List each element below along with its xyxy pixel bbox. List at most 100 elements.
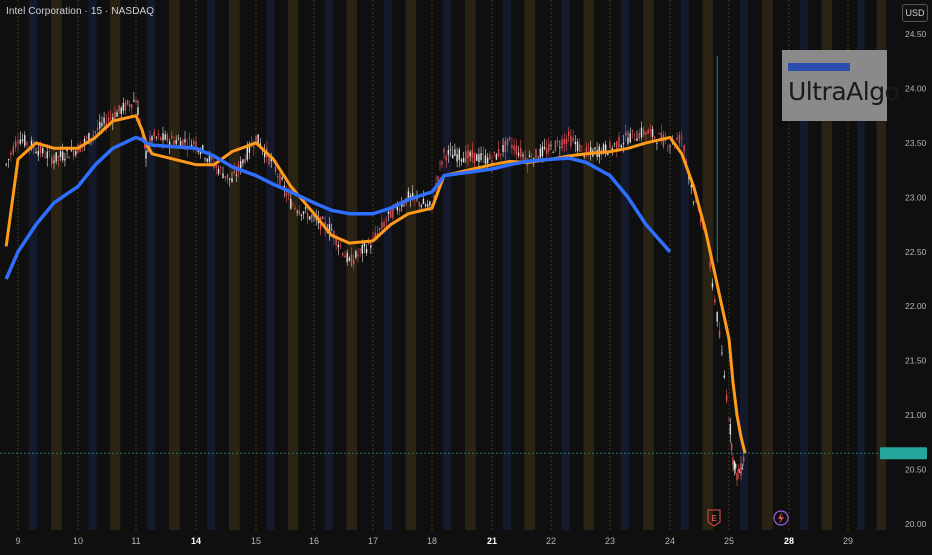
premarket-band <box>146 0 156 530</box>
candle-body <box>541 146 544 157</box>
candle-body <box>631 129 634 132</box>
candle-body <box>647 130 649 134</box>
candle-body <box>559 147 561 148</box>
candle-body <box>177 138 180 140</box>
y-tick-label: 24.50 <box>905 29 927 39</box>
candle-body <box>725 394 728 401</box>
candle-body <box>683 145 685 152</box>
candle-body <box>304 207 307 209</box>
orange-ma-marker: + <box>680 152 684 158</box>
candle-body <box>462 158 465 163</box>
candle-body <box>348 257 351 261</box>
candle-body <box>184 139 186 143</box>
candle-body <box>339 245 342 247</box>
candle-body <box>281 177 283 180</box>
candle-body <box>480 153 482 160</box>
candle-body <box>361 245 363 254</box>
candle-body <box>484 155 487 164</box>
candle-body <box>274 167 277 173</box>
candle-body <box>12 146 14 154</box>
orange-ma-marker: + <box>715 282 719 288</box>
candle-body <box>556 140 559 143</box>
candle-body <box>342 253 344 256</box>
candle-body <box>26 142 28 146</box>
candle-body <box>86 137 88 139</box>
candle-body <box>620 145 622 148</box>
candle-body <box>495 153 498 160</box>
candle-body <box>718 330 721 338</box>
candle-body <box>554 140 557 151</box>
candle-body <box>460 159 463 162</box>
candle-body <box>44 156 46 158</box>
candle-body <box>565 139 568 144</box>
candle-body <box>486 157 489 164</box>
candle-body <box>24 135 26 146</box>
candle-body <box>439 163 441 165</box>
candle-body <box>381 221 383 229</box>
candle-body <box>447 150 450 155</box>
candle-body <box>171 135 173 139</box>
candle-body <box>489 153 491 160</box>
candle-body <box>738 472 741 473</box>
candle-body <box>452 154 454 159</box>
candle-body <box>509 137 511 140</box>
premarket-band <box>620 0 630 530</box>
candle-body <box>737 468 740 472</box>
y-tick-label: 20.50 <box>905 465 927 475</box>
candle-body <box>383 222 385 228</box>
candle-body <box>220 167 222 169</box>
x-tick-label: 16 <box>309 536 319 546</box>
candle-body <box>39 145 42 154</box>
candle-body <box>742 456 745 462</box>
afterhours-band <box>51 0 62 530</box>
candle-body <box>17 141 19 144</box>
candle-body <box>458 149 460 160</box>
candle-body <box>676 137 678 140</box>
candle-body <box>298 210 300 214</box>
afterhours-band <box>229 0 240 530</box>
symbol-title[interactable]: Intel Corporation · 15 · NASDAQ <box>6 6 154 17</box>
candle-body <box>640 127 643 138</box>
premarket-band <box>206 0 216 530</box>
candle-body <box>728 419 730 421</box>
logo-text: UltraAlgo <box>788 77 900 106</box>
premarket-band <box>28 0 38 530</box>
candle-body <box>109 117 112 119</box>
candle-body <box>732 457 734 465</box>
candle-body <box>471 150 474 158</box>
x-tick-label: 24 <box>665 536 675 546</box>
candle-body <box>651 128 654 137</box>
candle-body <box>681 138 683 139</box>
candle-body <box>372 237 374 239</box>
candle-body <box>667 147 669 149</box>
x-tick-label: 14 <box>191 536 201 546</box>
candle-body <box>478 154 480 163</box>
candle-body <box>548 143 550 152</box>
y-tick-label: 23.00 <box>905 192 927 202</box>
candle-body <box>385 220 387 222</box>
candle-body <box>563 139 565 145</box>
candle-body <box>656 143 658 144</box>
chart-area[interactable]: + + + + + + + + + + 24.50 24.00 23.50 23.00 22.50 22.0… <box>0 0 932 550</box>
afterhours-band <box>524 0 536 530</box>
candle-body <box>162 133 164 141</box>
candle-body <box>403 204 405 206</box>
candle-body <box>669 145 671 147</box>
afterhours-band <box>405 0 417 530</box>
currency-button[interactable]: USD <box>902 4 928 22</box>
candle-body <box>370 245 372 248</box>
candle-body <box>114 112 116 119</box>
candle-body <box>522 154 524 157</box>
candle-body <box>126 100 129 105</box>
candle-body <box>131 104 133 109</box>
candle-body <box>37 150 39 156</box>
candle-body <box>246 147 248 160</box>
candle-body <box>5 163 7 165</box>
candle-body <box>692 201 695 203</box>
candle-body <box>678 134 681 144</box>
x-tick-label: 22 <box>546 536 556 546</box>
candle-body <box>53 160 55 163</box>
candle-body <box>122 102 125 111</box>
afterhours-band <box>109 0 121 530</box>
candle-body <box>733 461 736 470</box>
